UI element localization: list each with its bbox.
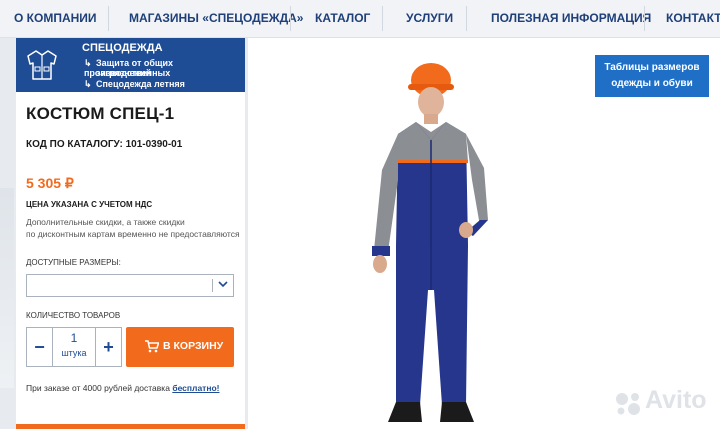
decrease-quantity-button[interactable]: − [27, 328, 53, 366]
discount-line: Дополнительные скидки, а также скидки [26, 217, 185, 227]
nav-divider [108, 6, 109, 31]
delivery-note: При заказе от 4000 рублей доставка беспл… [26, 383, 220, 393]
accent-bar [16, 424, 245, 429]
size-tables-label: Таблицы размеров [604, 62, 700, 73]
subcategory-arrow-icon: ↳ [84, 58, 92, 68]
cart-icon [145, 340, 159, 353]
subcategory-label-cont: загрязнений [96, 68, 152, 78]
product-price: 5 305 ₽ [26, 175, 74, 191]
quantity-label: КОЛИЧЕСТВО ТОВАРОВ [26, 311, 121, 320]
select-divider [212, 279, 213, 292]
discount-note: Дополнительные скидки, а также скидки по… [26, 216, 241, 240]
delivery-text: При заказе от 4000 рублей доставка [26, 383, 173, 393]
product-panel: КОСТЮМ СПЕЦ-1 КОД ПО КАТАЛОГУ: 101-0390-… [16, 92, 245, 429]
avito-logo-icon [616, 393, 640, 415]
free-delivery-link[interactable]: бесплатно! [172, 383, 219, 393]
category-title: СПЕЦОДЕЖДА [82, 42, 163, 54]
nav-item-contacts[interactable]: КОНТАКТЫ [666, 0, 720, 37]
quantity-value[interactable]: 1 [53, 331, 95, 345]
nav-item-catalog[interactable]: КАТАЛОГ [315, 0, 370, 37]
product-title: КОСТЮМ СПЕЦ-1 [26, 104, 175, 123]
nav-divider [382, 6, 383, 31]
increase-quantity-button[interactable]: + [95, 328, 121, 366]
nav-item-stores[interactable]: МАГАЗИНЫ «СПЕЦОДЕЖДА» [129, 0, 303, 37]
nav-divider [466, 6, 467, 31]
subcategory-label: Спецодежда летняя [96, 79, 185, 89]
nav-divider [644, 6, 645, 31]
size-select[interactable] [26, 274, 234, 297]
subcategory-link-summer[interactable]: ↳ Спецодежда летняя [84, 79, 185, 89]
quantity-unit: штука [61, 348, 87, 358]
nav-divider [290, 6, 291, 31]
nav-item-useful-info[interactable]: ПОЛЕЗНАЯ ИНФОРМАЦИЯ [491, 0, 651, 37]
chevron-down-icon [218, 281, 228, 288]
tax-note: ЦЕНА УКАЗАНА С УЧЕТОМ НДС [26, 200, 153, 209]
category-banner[interactable]: СПЕЦОДЕЖДА ↳ Защита от общих производстве… [16, 38, 245, 92]
nav-item-about[interactable]: О КОМПАНИИ [14, 0, 97, 37]
subcategory-arrow-icon: ↳ [84, 79, 92, 89]
discount-line: по дисконтным картам временно не предост… [26, 229, 240, 239]
size-tables-label: одежды и обуви [611, 78, 693, 89]
sizes-label: ДОСТУПНЫЕ РАЗМЕРЫ: [26, 258, 121, 267]
quantity-stepper: − 1 штука + [26, 327, 122, 367]
product-image[interactable] [338, 50, 508, 429]
avito-watermark: Avito [613, 386, 718, 420]
catalog-code: КОД ПО КАТАЛОГУ: 101-0390-01 [26, 139, 183, 150]
add-to-cart-label: В КОРЗИНУ [163, 340, 224, 352]
top-nav: О КОМПАНИИ МАГАЗИНЫ «СПЕЦОДЕЖДА» КАТАЛОГ… [0, 0, 720, 38]
avito-watermark-text: Avito [645, 386, 707, 414]
size-tables-button[interactable]: Таблицы размеров одежды и обуви [595, 55, 709, 97]
decorative-strip [0, 188, 14, 388]
jacket-icon [27, 50, 57, 80]
nav-item-services[interactable]: УСЛУГИ [406, 0, 453, 37]
add-to-cart-button[interactable]: В КОРЗИНУ [126, 327, 234, 367]
